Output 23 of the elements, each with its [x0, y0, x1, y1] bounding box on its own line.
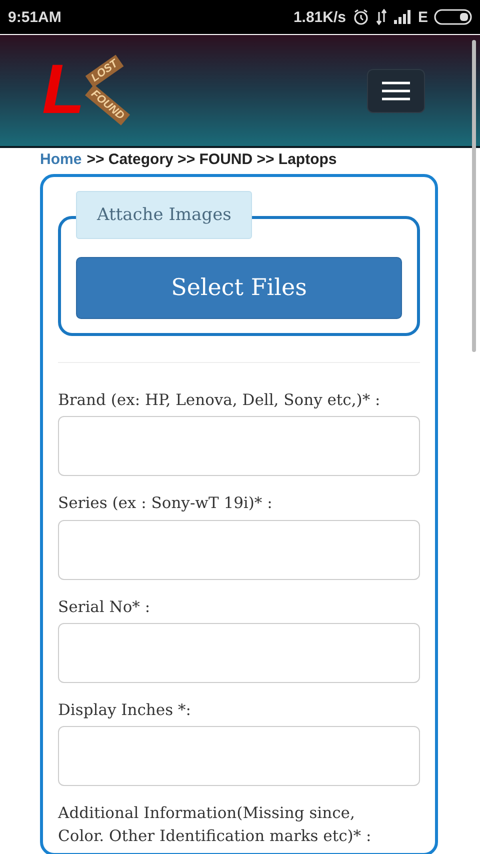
input-field[interactable]: [58, 726, 420, 786]
status-time: 9:51AM: [8, 8, 62, 26]
field-label: Series (ex : Sony-wT 19i)* :: [58, 493, 274, 514]
network-speed: 1.81K/s: [293, 8, 346, 26]
signal-icon: [394, 10, 412, 24]
network-type: E: [418, 8, 428, 26]
scrollbar[interactable]: [472, 40, 476, 352]
field-label: Brand (ex: HP, Lenova, Dell, Sony etc,)* :: [58, 390, 382, 411]
battery-icon: [434, 9, 472, 25]
input-field[interactable]: [58, 416, 420, 476]
breadcrumb-path: >> Category >> FOUND >> Laptops: [86, 151, 337, 168]
menu-button[interactable]: [367, 68, 425, 112]
input-field[interactable]: [58, 520, 420, 580]
field-label: Display Inches *:: [58, 700, 192, 721]
alarm-icon: [352, 8, 370, 26]
home-link[interactable]: Home: [40, 151, 82, 168]
fieldset-legend: Attache Images: [76, 191, 252, 239]
field-label: Additional Information(Missing since, Color. Other Identification marks etc)* :: [58, 803, 372, 848]
menu-icon: [381, 80, 411, 100]
select-files-button[interactable]: Select Files: [76, 257, 402, 319]
data-arrows-icon: [376, 9, 388, 25]
field-label: Serial No* :: [58, 596, 152, 618]
input-field[interactable]: [58, 622, 420, 683]
